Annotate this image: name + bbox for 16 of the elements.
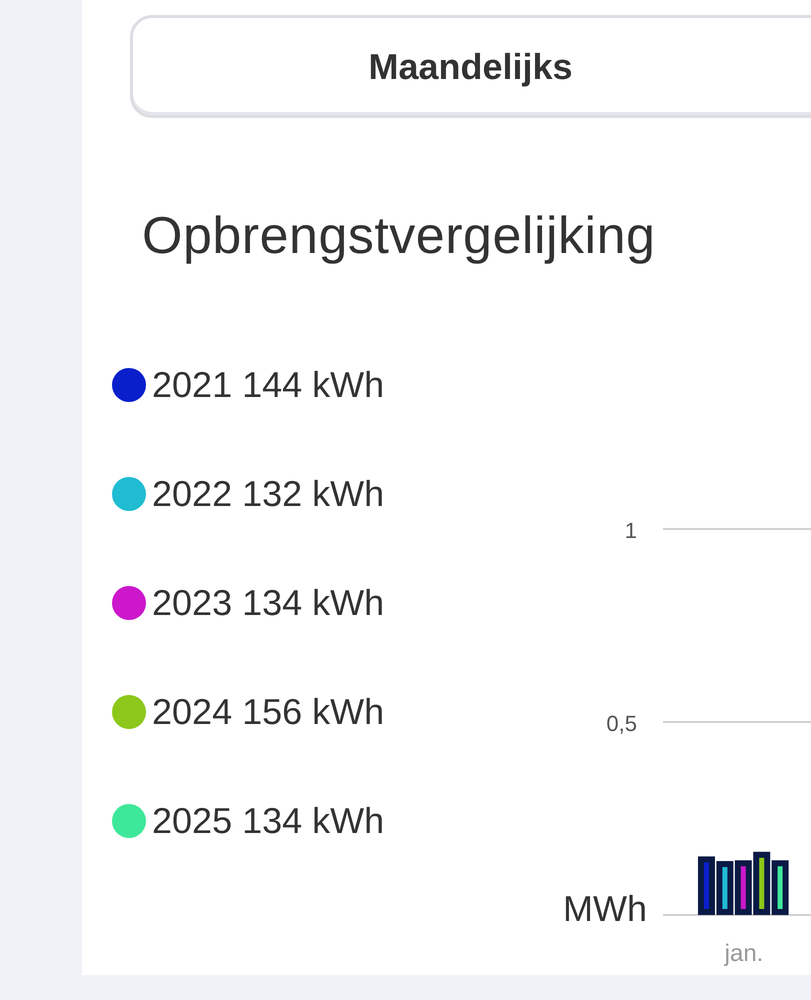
legend-label: 2021 144 kWh — [152, 364, 384, 406]
axis-unit-label: MWh — [563, 888, 647, 929]
legend-label: 2023 134 kWh — [152, 582, 384, 624]
bar — [716, 861, 734, 915]
axis-category-label: jan. — [724, 940, 764, 967]
period-button[interactable]: Maandelijks — [130, 15, 811, 118]
bar — [772, 860, 789, 915]
chart-title: Opbrengstvergelijking — [142, 206, 656, 266]
axis-tick-label: 1 — [624, 518, 637, 543]
bar — [753, 852, 770, 915]
legend-label: 2024 156 kWh — [152, 691, 384, 733]
legend-label: 2022 132 kWh — [152, 473, 384, 515]
legend-label: 2025 134 kWh — [152, 800, 384, 842]
bar — [698, 856, 715, 915]
axis-tick-label: 0,5 — [606, 711, 637, 736]
bar — [734, 860, 752, 915]
